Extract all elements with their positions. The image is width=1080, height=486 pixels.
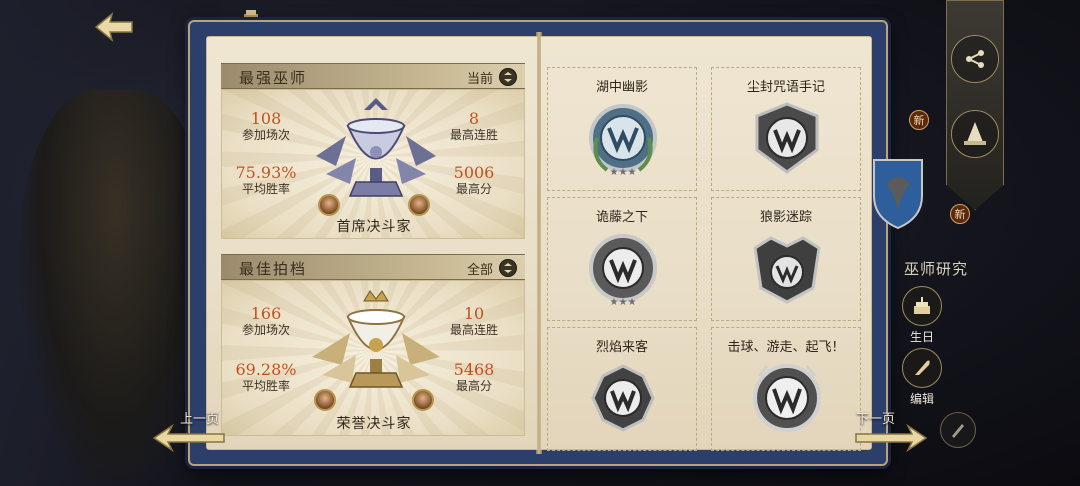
side-banner [946,0,1004,210]
rank-title: 荣誉决斗家 [336,416,412,432]
house-crest-icon [873,159,923,230]
partner-portrait [412,389,434,411]
left-arrow-icon [152,423,225,453]
partner-portrait [314,389,336,411]
record-book: 最强巫师 当前 108 参加场次 8 最高连胜 75.93% 平均胜率 5006… [188,20,888,466]
pen-icon [952,424,964,438]
stat-value: 69.28% [235,360,297,379]
stat-label: 平均胜率 [241,379,290,393]
stat-label: 参加场次 [241,323,290,337]
strongest-card: 108 参加场次 8 最高连胜 75.93% 平均胜率 5006 最高分 首席决… [221,89,525,239]
share-icon [966,50,984,68]
badge-cell[interactable]: 湖中幽影 ★★★ [547,67,697,191]
stat-value: 166 [250,304,282,323]
partner-portrait [408,194,430,216]
switch-icon [499,68,517,86]
partner-portrait [318,194,340,216]
new-badge: 新 [909,110,929,130]
note-button[interactable] [940,412,976,448]
edit-button[interactable] [902,348,942,388]
strongest-filter-label: 当前 [466,71,493,87]
quill-icon [915,360,930,375]
badge-name: 诡藤之下 [595,210,648,225]
silver-badge-icon [753,364,821,432]
silver-badge-icon [591,364,655,432]
back-arrow-icon [94,11,133,43]
partner-header: 最佳拍档 全部 [221,254,525,280]
next-page-button[interactable]: 下一页 [850,408,940,458]
stat-label: 最高分 [455,379,492,393]
badge-name: 击球、游走、起飞！ [727,340,845,355]
stat-winrate: 69.28% 平均胜率 [226,361,306,394]
partner-card: 166 参加场次 10 最高连胜 69.28% 平均胜率 5468 最高分 荣誉… [221,280,525,436]
strongest-filter-button[interactable]: 当前 [467,66,517,88]
strongest-header: 最强巫师 当前 [221,63,525,89]
edit-label: 编辑 [909,392,934,406]
prev-page-button[interactable]: 上一页 [150,408,240,458]
stat-value: 5468 [453,360,495,379]
right-page: 湖中幽影 ★★★ 尘封咒语手记 诡藤之下 ★★★ 狼影迷踪 烈焰来客 击球、游走… [540,36,872,451]
left-page: 最强巫师 当前 108 参加场次 8 最高连胜 75.93% 平均胜率 5006… [206,36,538,450]
strongest-title: 最强巫师 [239,69,308,87]
stat-value: 108 [250,109,282,128]
stat-winrate: 75.93% 平均胜率 [226,164,306,197]
partner-filter-label: 全部 [466,262,493,278]
badge-cell[interactable]: 击球、游走、起飞！ [711,327,861,451]
stat-value: 75.93% [235,163,297,182]
partner-filter-button[interactable]: 全部 [467,257,517,279]
badge-cell[interactable]: 烈焰来客 [547,327,697,451]
stat-value: 8 [468,109,480,128]
share-button[interactable] [951,35,999,83]
stat-label: 最高连胜 [449,128,498,142]
badge-name: 湖中幽影 [595,80,648,95]
partner-title: 最佳拍档 [239,260,308,278]
svg-text:★★★: ★★★ [610,297,637,308]
cake-icon [914,297,930,314]
silver-badge-icon: ★★★ [589,234,657,308]
svg-text:★★★: ★★★ [610,167,637,178]
badge-name: 尘封咒语手记 [746,80,825,95]
birthday-button[interactable] [902,286,942,326]
stat-label: 最高分 [455,182,492,196]
badge-name: 烈焰来客 [595,340,648,355]
gold-trophy-icon [312,290,440,388]
silver-badge-icon [755,102,819,174]
badge-name: 狼影迷踪 [759,210,812,225]
badge-cell[interactable]: 诡藤之下 ★★★ [547,197,697,321]
stat-value: 5006 [453,163,495,182]
badge-cell[interactable]: 狼影迷踪 [711,197,861,321]
silver-badge-icon [753,236,821,304]
right-arrow-icon [855,423,928,453]
wizard-hat-button[interactable] [951,110,999,158]
stat-matches: 108 参加场次 [226,110,306,143]
wizard-hat-icon [964,122,986,145]
stat-label: 平均胜率 [241,182,290,196]
back-button[interactable] [92,10,136,44]
new-badge: 新 [950,204,970,224]
stat-label: 参加场次 [241,128,290,142]
stat-label: 最高连胜 [449,323,498,337]
rank-title: 首席决斗家 [336,219,412,235]
colored-badge-icon: ★★★ [589,104,657,178]
stat-score: 5468 最高分 [434,361,514,394]
stat-streak: 10 最高连胜 [434,305,514,338]
stat-value: 10 [463,304,485,323]
stat-score: 5006 最高分 [434,164,514,197]
switch-icon [499,259,517,277]
wizard-research-label: 巫师研究 [904,260,969,278]
stat-matches: 166 参加场次 [226,305,306,338]
badge-cell[interactable]: 尘封咒语手记 [711,67,861,191]
birthday-label: 生日 [909,330,934,344]
stat-streak: 8 最高连胜 [434,110,514,143]
